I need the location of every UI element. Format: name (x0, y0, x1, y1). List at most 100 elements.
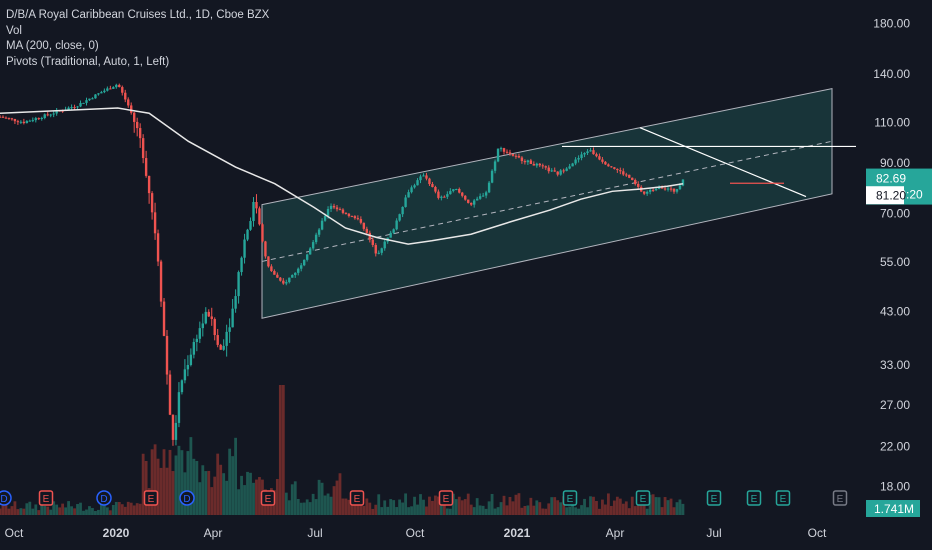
volume-bar (255, 479, 258, 515)
volume-bar (94, 510, 97, 515)
volume-bar (25, 503, 29, 515)
candle-body (651, 189, 655, 191)
candle-body (222, 345, 225, 350)
volume-bar (419, 494, 422, 515)
event-marker-label: E (780, 494, 787, 505)
candle-body (252, 201, 255, 222)
volume-bar (481, 505, 485, 515)
volume-bar (335, 480, 339, 515)
volume-bar (508, 496, 512, 515)
moving-average-label[interactable]: MA (200, close, 0) (6, 39, 269, 55)
volume-bar (76, 504, 79, 515)
volume-bar (329, 496, 333, 515)
price-tick-label: 90.00 (880, 156, 910, 170)
candle-body (31, 120, 35, 122)
volume-bar (165, 467, 169, 515)
candle-body (502, 148, 506, 152)
volume-bar (231, 456, 235, 515)
candle-body (365, 228, 369, 233)
volume-bar (404, 493, 407, 515)
candle-body (153, 212, 157, 234)
volume-bar (520, 507, 524, 515)
volume-bar (621, 503, 625, 515)
candle-body (532, 164, 536, 166)
candle-body (37, 118, 40, 120)
candle-body (94, 94, 97, 99)
volume-bar (633, 506, 637, 515)
candle-body (326, 208, 330, 216)
candle-body (195, 338, 199, 343)
volume-bar (469, 504, 473, 515)
volume-bar (618, 498, 622, 515)
volume-bar (216, 453, 220, 515)
candle-body (109, 88, 112, 90)
chart-legend[interactable]: D/B/A Royal Caribbean Cruises Ltd., 1D, … (6, 8, 269, 70)
pivots-label[interactable]: Pivots (Traditional, Auto, 1, Left) (6, 55, 269, 71)
volume-bar (129, 502, 133, 515)
candle-body (601, 159, 604, 162)
candle-body (168, 374, 172, 415)
volume-bar (338, 473, 342, 515)
candle-body (261, 224, 264, 242)
volume-bar (105, 507, 109, 515)
volume-bar (16, 509, 20, 515)
candle-body (407, 192, 410, 198)
symbol-title[interactable]: D/B/A Royal Caribbean Cruises Ltd., 1D, … (6, 8, 269, 24)
volume-bar (168, 449, 172, 515)
candle-body (404, 197, 407, 207)
candle-body (586, 151, 589, 154)
volume-bar (240, 475, 243, 515)
candle-body (267, 256, 270, 267)
candle-body (91, 98, 94, 100)
volume-bar (502, 495, 506, 515)
candle-body (592, 150, 595, 155)
candle-body (467, 199, 470, 203)
candle-body (10, 118, 14, 120)
volume-bar (13, 501, 17, 515)
volume-bar (40, 504, 44, 515)
volume-bar (541, 508, 545, 515)
candle-body (97, 93, 100, 95)
candle-body (186, 365, 190, 370)
candle-body (25, 121, 29, 124)
price-tick-label: 43.00 (880, 305, 910, 319)
candle-body (389, 232, 392, 238)
candle-body (133, 112, 136, 122)
volume-bar (457, 496, 461, 515)
candle-body (470, 202, 473, 205)
candle-body (455, 188, 458, 190)
candle-body (443, 196, 446, 198)
volume-bar (37, 510, 41, 515)
candlestick-chart[interactable]: D E D E D E E E E E E E E E 180.00 140.00 110.00 90.00 70… (0, 0, 932, 550)
candle-body (291, 275, 294, 278)
candle-body (589, 150, 592, 152)
volume-bar (681, 503, 685, 515)
candle-body (67, 107, 70, 110)
volume-bar (344, 498, 348, 515)
candle-body (40, 117, 43, 119)
volume-bar (85, 509, 88, 515)
candle-body (320, 220, 324, 230)
volume-bar (70, 506, 73, 515)
volume-bar (31, 508, 35, 515)
volume-bar (162, 449, 166, 515)
volume-bar (243, 485, 246, 515)
volume-bar (43, 506, 47, 515)
candle-body (475, 198, 479, 201)
candle-body (177, 392, 181, 423)
candle-body (204, 311, 207, 324)
candle-body (419, 176, 422, 181)
candle-body (171, 414, 175, 440)
candle-body (514, 155, 518, 157)
volume-bar (180, 450, 184, 515)
candle-body (228, 327, 231, 332)
candle-body (246, 229, 249, 240)
volume-indicator-label[interactable]: Vol (6, 24, 269, 40)
candle-body (147, 175, 151, 194)
candle-body (121, 87, 124, 93)
candle-body (628, 174, 631, 178)
volume-bar (669, 498, 673, 515)
volume-bar (538, 502, 542, 515)
candle-body (362, 222, 366, 229)
volume-bar (138, 503, 142, 515)
